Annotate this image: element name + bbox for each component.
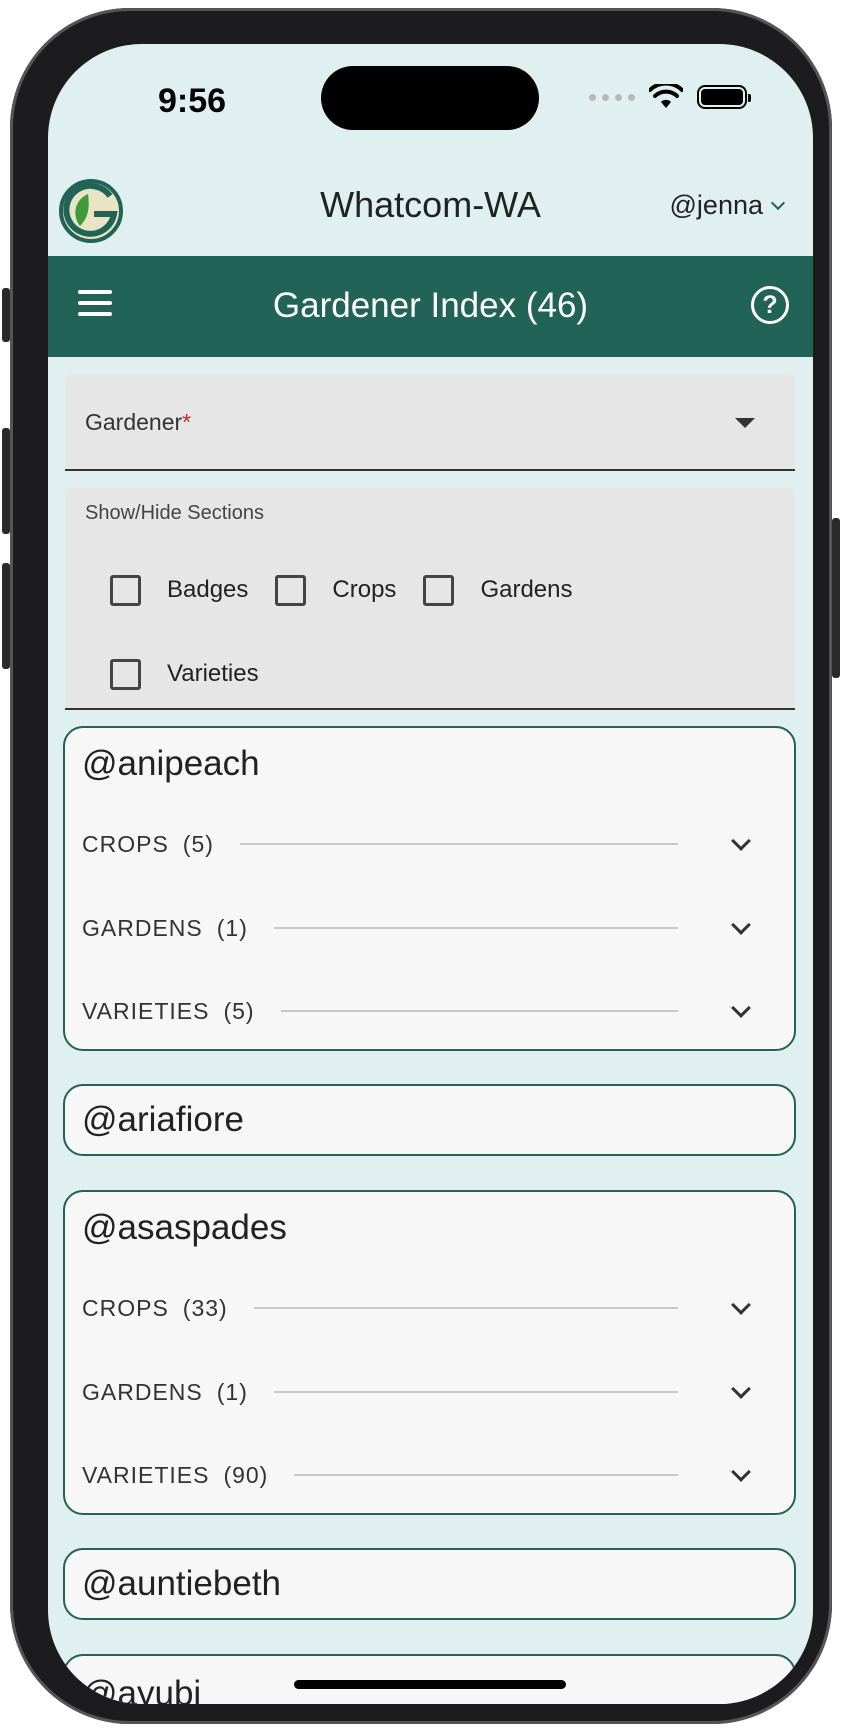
section-row-gardens[interactable]: GARDENS (1) xyxy=(82,1372,772,1412)
power-button xyxy=(832,518,840,678)
battery-icon xyxy=(697,85,751,109)
sections-label: Show/Hide Sections xyxy=(85,502,264,524)
chevron-down-icon xyxy=(770,195,786,210)
gardener-name: @auntiebeth xyxy=(82,1564,282,1603)
chevron-down-icon[interactable] xyxy=(731,1379,751,1399)
show-hide-sections: Show/Hide Sections Badges Crops Gardens … xyxy=(65,488,795,710)
volume-up-button xyxy=(2,428,10,534)
section-row-crops[interactable]: CROPS (33) xyxy=(82,1288,772,1328)
help-icon[interactable]: ? xyxy=(751,286,789,324)
gardener-name: @ariafiore xyxy=(82,1100,244,1139)
wifi-icon xyxy=(649,84,683,108)
section-row-gardens[interactable]: GARDENS (1) xyxy=(82,908,772,948)
dropdown-arrow-icon xyxy=(735,418,755,428)
gardener-name: @ayubi xyxy=(82,1674,202,1704)
divider xyxy=(253,1307,678,1309)
checkbox-badges[interactable]: Badges xyxy=(110,574,248,606)
gardener-card[interactable]: @auntiebeth xyxy=(63,1548,796,1620)
mute-switch xyxy=(2,288,10,342)
status-bar: 9:56 xyxy=(48,44,813,164)
checkbox-icon[interactable] xyxy=(110,658,141,690)
volume-down-button xyxy=(2,563,10,669)
divider xyxy=(280,1010,678,1012)
checkbox-icon[interactable] xyxy=(423,574,455,606)
status-time: 9:56 xyxy=(158,82,227,120)
gardener-name: @asaspades xyxy=(82,1208,287,1247)
divider xyxy=(239,843,678,845)
divider xyxy=(294,1474,678,1476)
screen: 9:56 Whatcom-WA @jenna Gardener Index (4… xyxy=(48,44,813,1704)
user-handle: @jenna xyxy=(669,190,763,220)
checkbox-gardens[interactable]: Gardens xyxy=(423,574,573,606)
chevron-down-icon[interactable] xyxy=(731,915,751,935)
checkbox-icon[interactable] xyxy=(275,574,307,606)
section-row-crops[interactable]: CROPS (5) xyxy=(82,824,772,864)
chevron-down-icon[interactable] xyxy=(731,998,751,1018)
gardener-card[interactable]: @asaspades CROPS (33) GARDENS (1) VARIET… xyxy=(63,1190,796,1515)
gardener-card[interactable]: @anipeach CROPS (5) GARDENS (1) VARIETIE… xyxy=(63,726,796,1051)
gardener-card[interactable]: @ayubi xyxy=(63,1654,796,1704)
checkbox-varieties[interactable]: Varieties xyxy=(110,658,259,690)
checkbox-icon[interactable] xyxy=(110,574,141,606)
dynamic-island xyxy=(321,66,539,130)
gardener-select[interactable]: Gardener* xyxy=(65,374,795,471)
top-header: Whatcom-WA @jenna xyxy=(48,164,813,256)
gardener-name: @anipeach xyxy=(82,744,260,783)
page-title: Gardener Index (46) xyxy=(272,286,589,325)
gardener-select-label: Gardener* xyxy=(85,409,192,435)
status-icons xyxy=(589,84,751,110)
phone-frame: 9:56 Whatcom-WA @jenna Gardener Index (4… xyxy=(2,8,840,1724)
gardener-card[interactable]: @ariafiore xyxy=(63,1084,796,1156)
checkbox-crops[interactable]: Crops xyxy=(275,574,396,606)
main-content: Gardener* Show/Hide Sections Badges Crop… xyxy=(48,357,813,1704)
user-menu[interactable]: @jenna xyxy=(669,190,786,221)
divider xyxy=(273,1391,678,1393)
chevron-down-icon[interactable] xyxy=(731,1295,751,1315)
cellular-signal-icon xyxy=(589,93,635,101)
app-bar: Gardener Index (46) ? xyxy=(48,256,813,357)
chevron-down-icon[interactable] xyxy=(731,1462,751,1482)
section-row-varieties[interactable]: VARIETIES (90) xyxy=(82,1455,772,1495)
home-indicator[interactable] xyxy=(294,1680,566,1689)
divider xyxy=(273,927,678,929)
chevron-down-icon[interactable] xyxy=(731,831,751,851)
section-row-varieties[interactable]: VARIETIES (5) xyxy=(82,991,772,1031)
